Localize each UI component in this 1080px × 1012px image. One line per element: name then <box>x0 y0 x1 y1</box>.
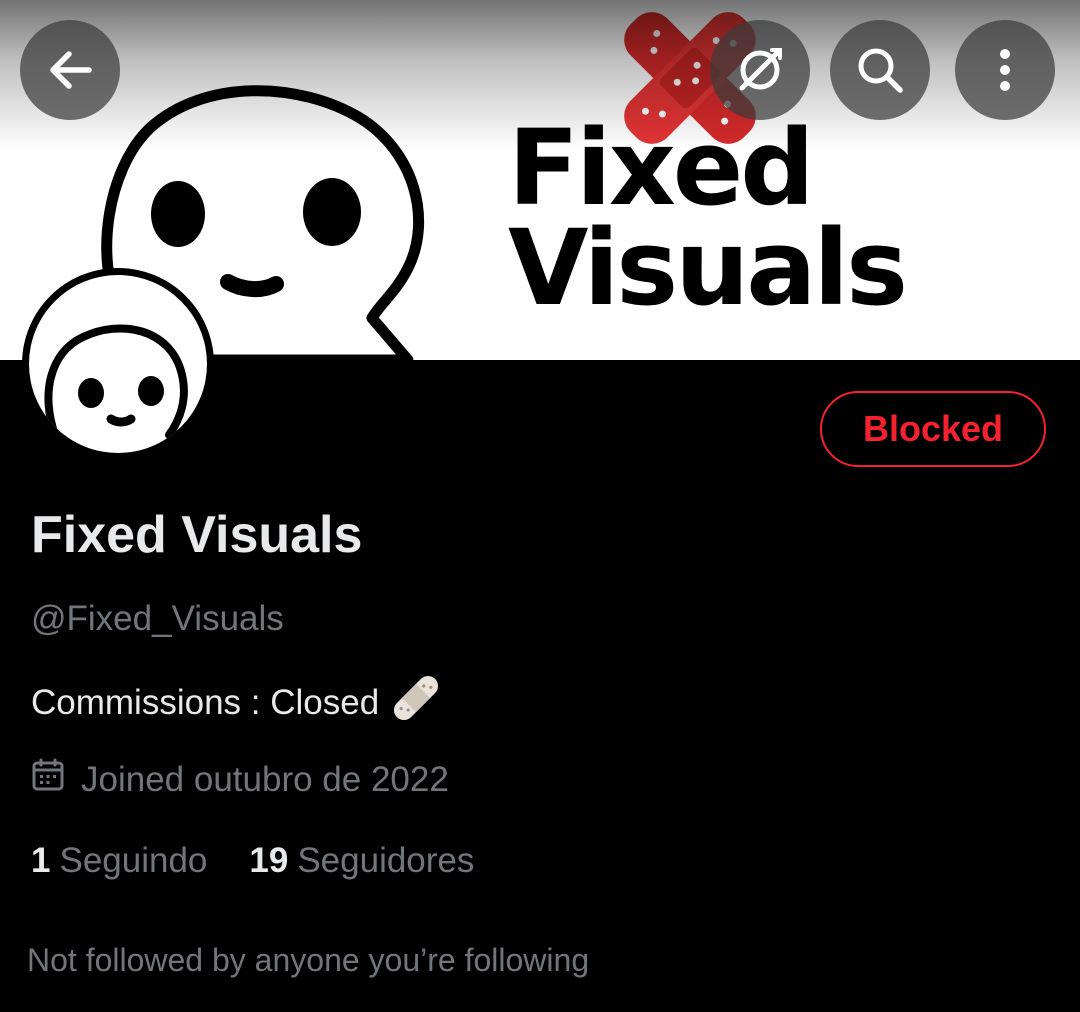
search-button[interactable] <box>830 20 930 120</box>
following-count: 1 <box>31 841 51 880</box>
followers-label: Seguidores <box>297 841 475 880</box>
joined-text: Joined outubro de 2022 <box>81 760 449 799</box>
grok-button[interactable] <box>710 20 810 120</box>
user-handle: @Fixed_Visuals <box>31 599 284 638</box>
grok-icon <box>739 48 782 91</box>
more-vertical-icon <box>1000 49 1010 91</box>
blocked-button[interactable]: Blocked <box>820 391 1046 467</box>
search-icon <box>858 48 903 93</box>
back-button[interactable] <box>20 20 120 120</box>
banner-title-line2: Visuals <box>508 207 908 329</box>
profile-page: Fixed Visuals Blocked Fixed Visuals @Fix… <box>0 0 1080 1012</box>
avatar-image <box>29 275 207 453</box>
arrow-left-icon <box>50 51 92 89</box>
display-name: Fixed Visuals <box>31 506 363 564</box>
followers-count: 19 <box>249 841 289 880</box>
mutual-followers-note: Not followed by anyone you’re following <box>27 942 590 978</box>
calendar-icon <box>31 758 65 802</box>
joined-date: Joined outubro de 2022 <box>31 758 449 802</box>
follow-stats: 1 Seguindo 19 Seguidores <box>31 840 474 882</box>
followers-link[interactable]: 19 Seguidores <box>249 840 474 882</box>
following-label: Seguindo <box>59 841 208 880</box>
profile-bio: Commissions : Closed <box>31 675 439 731</box>
more-options-button[interactable] <box>955 20 1055 120</box>
bio-text: Commissions : Closed <box>31 683 380 722</box>
avatar[interactable] <box>22 268 214 460</box>
following-link[interactable]: 1 Seguindo <box>31 840 207 882</box>
adhesive-bandage-icon <box>393 675 439 731</box>
avatar-illustration <box>44 324 188 439</box>
